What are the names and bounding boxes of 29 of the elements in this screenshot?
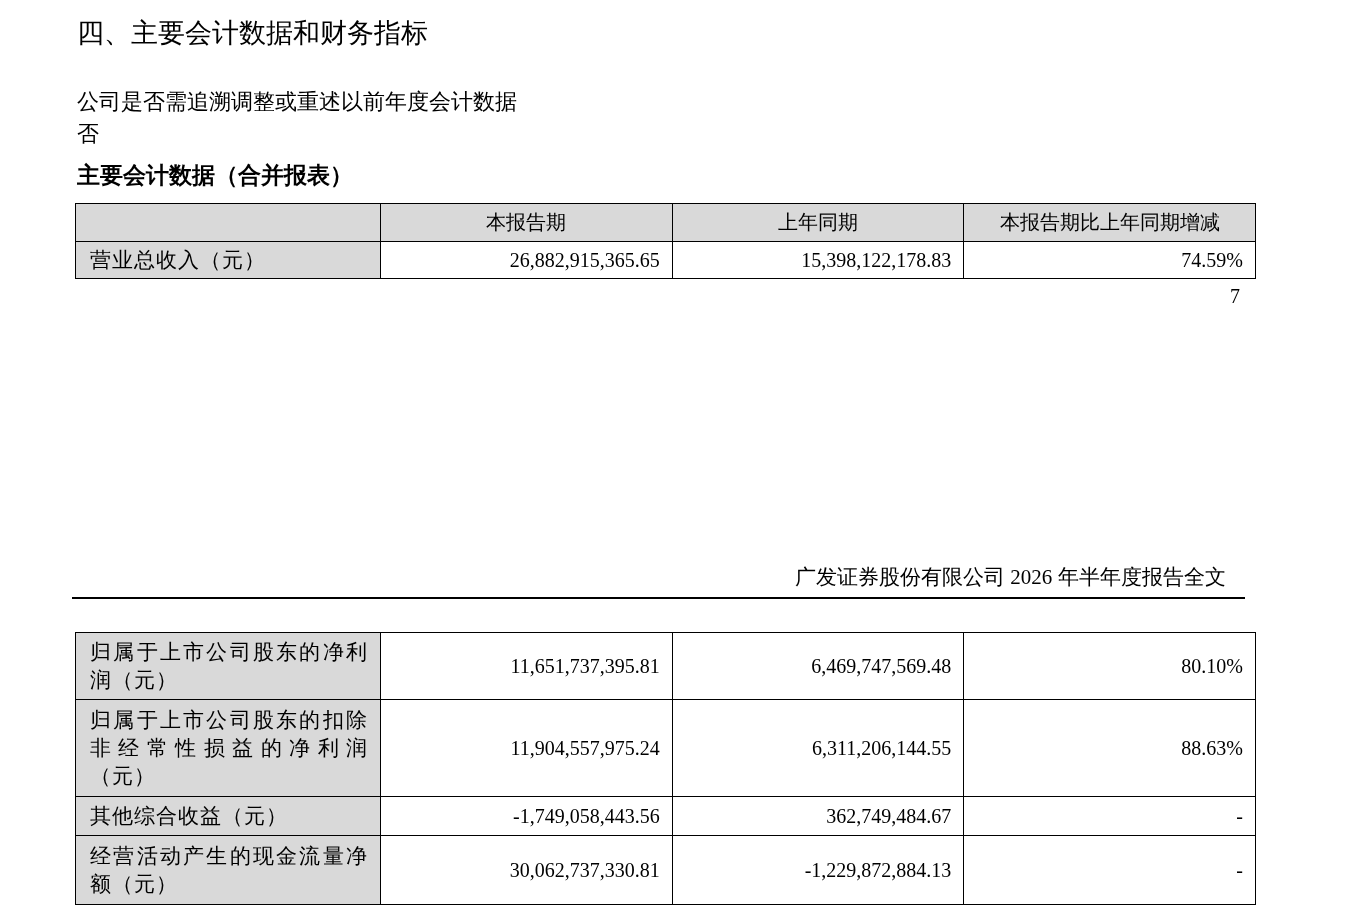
table-cell: 362,749,484.67 <box>672 796 964 836</box>
page-number: 7 <box>1230 284 1240 309</box>
table-cell: 30,062,737,330.81 <box>380 835 673 905</box>
table-cell: 6,469,747,569.48 <box>672 632 964 700</box>
table-cell: 80.10% <box>963 632 1256 700</box>
table-cell: 26,882,915,365.65 <box>380 241 673 279</box>
table-cell: 88.63% <box>963 699 1256 797</box>
column-header: 本报告期 <box>380 203 673 242</box>
table-cell: - <box>963 835 1256 905</box>
answer-text: 否 <box>77 120 99 148</box>
column-header: 本报告期比上年同期增减 <box>963 203 1256 242</box>
table-cell: 74.59% <box>963 241 1256 279</box>
question-text: 公司是否需追溯调整或重述以前年度会计数据 <box>77 88 517 116</box>
table-cell: 11,651,737,395.81 <box>380 632 673 700</box>
table-cell: 11,904,557,975.24 <box>380 699 673 797</box>
table-cell: -1,229,872,884.13 <box>672 835 964 905</box>
table-cell: - <box>963 796 1256 836</box>
row-label: 经营活动产生的现金流量净额（元） <box>75 835 381 905</box>
row-label: 营业总收入（元） <box>75 241 381 279</box>
table-cell: 15,398,122,178.83 <box>672 241 964 279</box>
row-label: 其他综合收益（元） <box>75 796 381 836</box>
column-header: 上年同期 <box>672 203 964 242</box>
table-title: 主要会计数据（合并报表） <box>77 162 353 190</box>
section-heading: 四、主要会计数据和财务指标 <box>77 17 428 50</box>
row-label: 归属于上市公司股东的净利润（元） <box>75 632 381 700</box>
row-label: 归属于上市公司股东的扣除非经常性损益的净利润（元） <box>75 699 381 797</box>
table-cell: 6,311,206,144.55 <box>672 699 964 797</box>
page-footer: 广发证券股份有限公司 2026 年半年度报告全文 <box>0 563 1226 591</box>
table-cell: -1,749,058,443.56 <box>380 796 673 836</box>
